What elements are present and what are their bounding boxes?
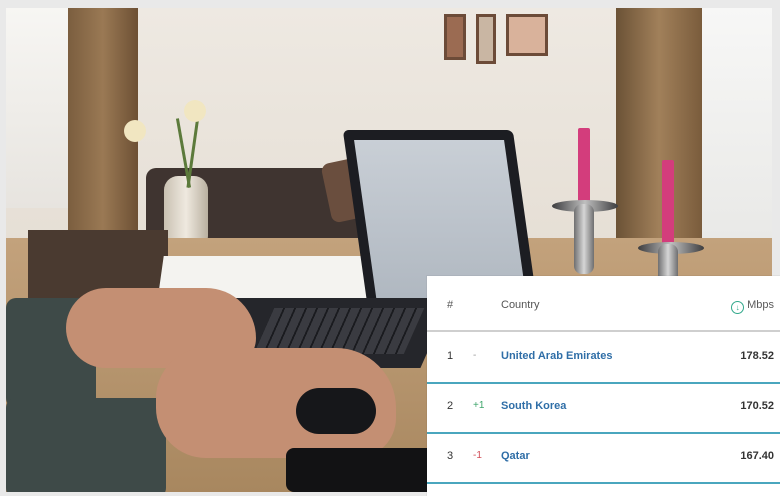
- country-header: Country: [501, 299, 540, 311]
- window-left: [6, 8, 76, 208]
- country-link[interactable]: South Korea: [501, 400, 566, 412]
- wall-picture: [476, 14, 496, 64]
- speed-value: 167.40: [740, 450, 774, 462]
- flower: [184, 100, 206, 122]
- table-row[interactable]: 3 -1 Qatar 167.40: [427, 432, 780, 484]
- rank-change: +1: [473, 400, 485, 411]
- flower: [124, 120, 146, 142]
- window-right: [696, 8, 772, 238]
- curtain-right: [616, 8, 702, 258]
- sleeve: [6, 398, 166, 492]
- table-row[interactable]: 2 +1 South Korea 170.52: [427, 382, 780, 434]
- speed-header-label: Mbps: [747, 299, 774, 311]
- phone: [286, 448, 436, 492]
- wall-picture: [506, 14, 548, 56]
- mouse: [296, 388, 376, 434]
- candle: [578, 128, 590, 206]
- download-speed-icon: ↓: [731, 301, 745, 314]
- rank-cell: 3: [447, 450, 454, 462]
- country-link[interactable]: United Arab Emirates: [501, 350, 612, 362]
- table-row[interactable]: 1 - United Arab Emirates 178.52: [427, 332, 780, 384]
- speed-ranking-table: # Country ↓ Mbps 1 - United Arab Emirates…: [427, 276, 780, 496]
- rank-cell: 1: [447, 350, 454, 362]
- country-link[interactable]: Qatar: [501, 450, 530, 462]
- speed-value: 178.52: [740, 350, 774, 362]
- candle-holder: [574, 204, 594, 274]
- rank-change: -1: [473, 450, 482, 461]
- speed-value: 170.52: [740, 400, 774, 412]
- candle: [662, 160, 674, 248]
- rank-cell: 2: [447, 400, 454, 412]
- wall-picture: [444, 14, 466, 60]
- speed-header[interactable]: ↓ Mbps: [731, 299, 774, 314]
- rank-header: #: [447, 299, 454, 311]
- table-header: # Country ↓ Mbps: [427, 276, 780, 332]
- rank-change: -: [473, 350, 477, 361]
